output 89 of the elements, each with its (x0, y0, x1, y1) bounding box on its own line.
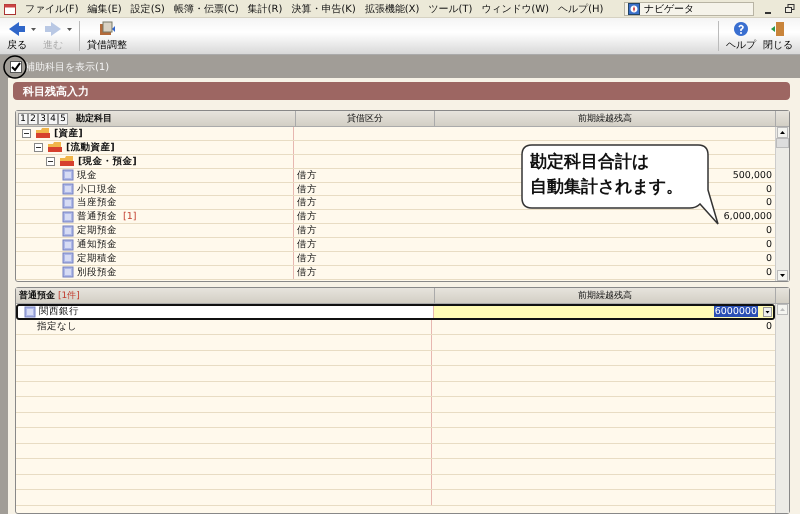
account-name: 別段預金 (77, 266, 117, 279)
document-icon (62, 252, 74, 264)
table-cell: 借方 (297, 224, 317, 238)
account-name: 定期積金 (77, 252, 117, 265)
collapse-toggle-icon[interactable] (22, 128, 31, 138)
menu-item[interactable]: 拡張機能(X) (364, 2, 420, 16)
table-cell: 借方 (297, 168, 317, 182)
table-cell: 借方 (297, 238, 317, 252)
menu-item[interactable]: ヘルプ(H) (558, 2, 604, 16)
table-cell: 0 (766, 184, 772, 194)
table-cell: 0 (766, 239, 772, 250)
account-name: 当座預金 (77, 196, 117, 210)
menu-item[interactable]: 設定(S) (130, 2, 165, 16)
compass-icon (628, 2, 640, 14)
collapse-toggle-icon[interactable] (46, 156, 55, 166)
level-button[interactable]: 1 (18, 112, 28, 124)
navigator-button[interactable]: ナビゲータ (624, 2, 754, 16)
table-cell: 500,000 (732, 170, 772, 181)
document-icon (62, 196, 74, 209)
check-icon (11, 62, 21, 72)
level-button[interactable]: 2 (28, 112, 38, 124)
left-arrow-icon (7, 20, 27, 36)
scrollbar[interactable] (775, 127, 789, 281)
document-icon (62, 224, 74, 237)
right-arrow-icon (43, 20, 63, 36)
folder-icon (47, 141, 63, 154)
caret-icon[interactable] (67, 28, 72, 30)
calendar-icon (4, 2, 16, 14)
annotation-circle (3, 55, 27, 79)
help-button[interactable]: ヘルプ (723, 20, 759, 52)
menu-item[interactable]: ツール(T) (428, 2, 472, 16)
grid-title: 普通預金 (19, 289, 55, 302)
account-name: [資産] (54, 127, 83, 140)
account-name: 現金 (77, 168, 97, 182)
ledger-icon (97, 20, 117, 36)
collapse-toggle-icon[interactable] (34, 142, 43, 152)
account-name: 通知預金 (77, 238, 117, 252)
account-name: [流動資産] (66, 140, 115, 154)
account-name: [現金・預金] (78, 154, 137, 168)
table-cell: 0 (766, 266, 772, 278)
column-header: 前期繰越残高 (435, 288, 776, 303)
item-count: [1件] (58, 290, 80, 302)
account-name: 定期預金 (77, 224, 117, 238)
exit-door-icon (770, 20, 786, 36)
help-icon (733, 20, 749, 36)
table-cell: 0 (766, 321, 772, 332)
table-cell: 6,000,000 (724, 211, 772, 222)
account-name: 小口現金 (77, 182, 117, 196)
adjust-button[interactable]: 貸借調整 (84, 20, 130, 52)
table-cell: 借方 (297, 196, 317, 210)
restore-icon[interactable] (784, 2, 796, 14)
table-cell: 借方 (297, 266, 317, 279)
table-cell: 0 (766, 197, 772, 208)
menu-item[interactable]: 編集(E) (88, 2, 122, 16)
scroll-thumb[interactable] (776, 138, 789, 148)
column-header: 勘定科目 (76, 112, 112, 125)
document-icon (62, 183, 74, 195)
menu-item[interactable]: 集計(R) (248, 2, 282, 16)
scroll-down-icon[interactable] (777, 270, 788, 281)
document-icon (62, 238, 74, 251)
level-button[interactable]: 5 (58, 112, 68, 124)
callout-text: 勘定科目合計は 自動集計されます。 (530, 151, 683, 199)
folder-icon (59, 155, 75, 168)
table-cell: 0 (766, 252, 772, 264)
table-cell: 0 (766, 225, 772, 236)
column-header: 貸借区分 (296, 111, 435, 126)
table-cell: 借方 (297, 252, 317, 265)
folder-icon (35, 127, 51, 140)
level-button[interactable]: 3 (38, 112, 48, 124)
caret-icon[interactable] (31, 28, 36, 30)
scrollbar[interactable] (775, 304, 789, 513)
column-header: 前期繰越残高 (435, 111, 776, 126)
document-icon (62, 210, 74, 223)
document-icon (62, 266, 74, 278)
sub-account-count: [1] (123, 211, 136, 222)
close-button[interactable]: 閉じる (760, 20, 796, 52)
scroll-up-icon[interactable] (777, 127, 788, 138)
table-cell: 借方 (297, 182, 317, 196)
table-cell: 借方 (297, 210, 317, 224)
menu-item[interactable]: ウィンドウ(W) (481, 2, 550, 16)
back-button[interactable]: 戻る (4, 20, 30, 52)
menu-item[interactable]: 帳簿・伝票(C) (174, 2, 239, 16)
account-name: 普通預金 (77, 210, 117, 224)
menu-item[interactable]: 決算・申告(K) (291, 2, 356, 16)
sub-account-name: 指定なし (37, 320, 77, 334)
document-icon (62, 169, 74, 182)
menu-item[interactable]: ファイル(F) (25, 2, 79, 16)
level-button[interactable]: 4 (48, 112, 58, 124)
section-title: 科目残高入力 (13, 82, 790, 100)
